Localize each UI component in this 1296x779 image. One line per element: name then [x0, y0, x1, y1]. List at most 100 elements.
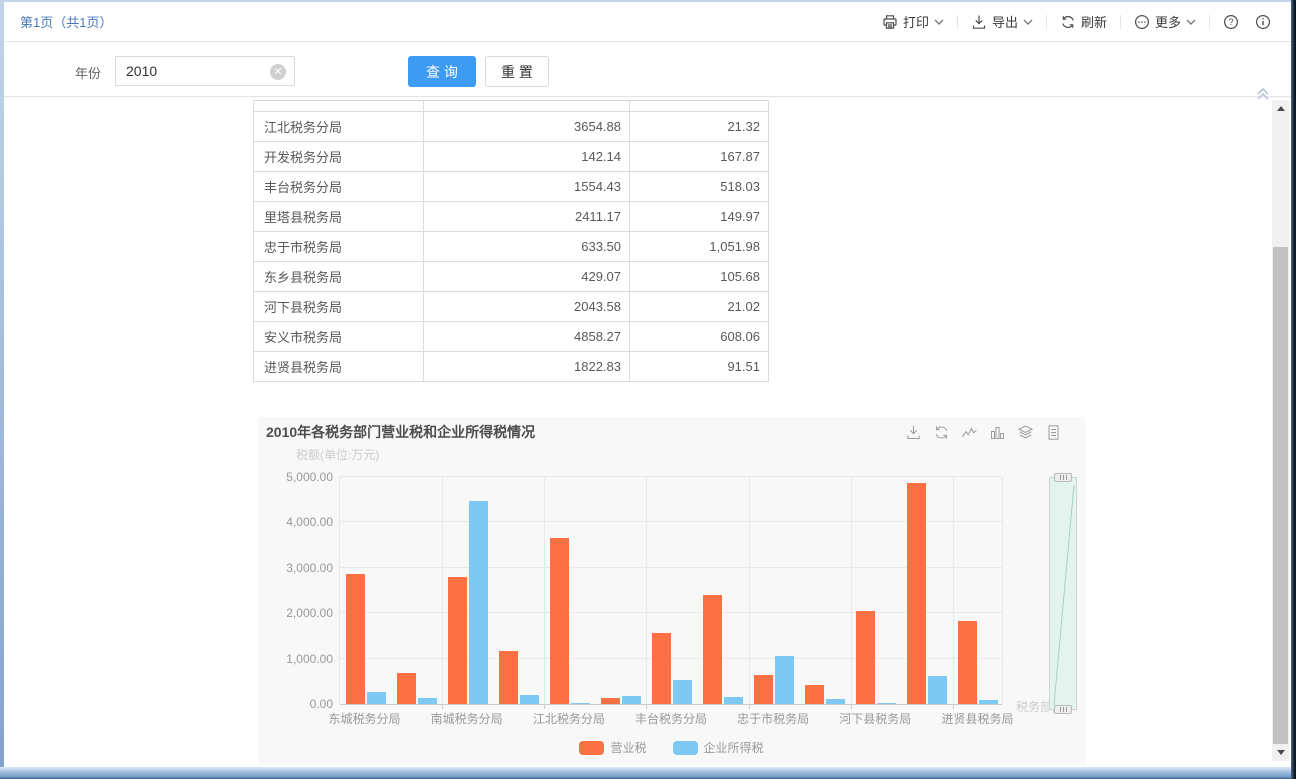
table-cell: 安义市税务局 — [254, 322, 424, 352]
bar-business-tax — [805, 685, 824, 704]
chevron-down-icon — [1023, 14, 1033, 29]
print-label: 打印 — [903, 12, 929, 31]
window-frame-bottom — [0, 767, 1296, 779]
table-cell: 429.07 — [424, 262, 630, 292]
x-axis-tick — [953, 705, 954, 709]
table-cell: 21.02 — [630, 292, 769, 322]
help-button[interactable]: ? — [1219, 14, 1243, 30]
y-tick-label: 5,000.00 — [263, 470, 333, 484]
table-row: 里塔县税务局2411.17149.97 — [254, 202, 769, 232]
data-view-icon[interactable] — [1045, 424, 1062, 441]
table-row: 进贤县税务局1822.8391.51 — [254, 352, 769, 382]
bar-chart-icon[interactable] — [989, 424, 1006, 441]
table-cell: 1,051.98 — [630, 232, 769, 262]
x-axis-line — [340, 704, 1002, 705]
y-tick-label: 1,000.00 — [263, 652, 333, 666]
gridline-vertical — [442, 477, 443, 704]
bar-income-tax — [826, 699, 845, 704]
table-cell: 丰台税务分局 — [254, 172, 424, 202]
scroll-up-arrow[interactable] — [1272, 100, 1289, 117]
window-frame-right — [1291, 0, 1296, 779]
gridline-vertical — [851, 477, 852, 704]
help-icon: ? — [1223, 14, 1239, 30]
table-cell: 633.50 — [424, 232, 630, 262]
scroll-down-arrow[interactable] — [1272, 744, 1289, 761]
year-input[interactable] — [116, 57, 294, 85]
stack-icon[interactable] — [1017, 424, 1034, 441]
bar-business-tax — [856, 611, 875, 704]
print-button[interactable]: 打印 — [878, 12, 948, 31]
bar-income-tax — [367, 692, 386, 704]
info-icon — [1255, 14, 1271, 30]
bar-business-tax — [958, 621, 977, 704]
table-cell: 里塔县税务局 — [254, 202, 424, 232]
more-button[interactable]: 更多 — [1130, 12, 1200, 31]
more-label: 更多 — [1155, 12, 1181, 31]
datazoom-handle-bottom[interactable] — [1054, 705, 1072, 714]
query-button[interactable]: 查 询 — [408, 56, 476, 87]
table-cell: 105.68 — [630, 262, 769, 292]
line-chart-icon[interactable] — [961, 424, 978, 441]
export-button[interactable]: 导出 — [967, 12, 1037, 31]
x-axis-tick — [544, 705, 545, 709]
table-cell: 2411.17 — [424, 202, 630, 232]
more-dots-icon — [1134, 14, 1150, 30]
report-toolbar: 第1页（共1页） 打印 导出 — [4, 2, 1291, 42]
datazoom-slider[interactable] — [1049, 477, 1077, 710]
table-row: 河下县税务局2043.5821.02 — [254, 292, 769, 322]
toolbar-actions: 打印 导出 — [878, 12, 1291, 31]
table-cell: 608.06 — [630, 322, 769, 352]
datazoom-handle-top[interactable] — [1054, 473, 1072, 482]
table-cell: 东乡县税务局 — [254, 262, 424, 292]
reset-button[interactable]: 重 置 — [485, 56, 549, 87]
chevron-down-icon — [1186, 14, 1196, 29]
legend-item[interactable]: 营业税 — [579, 739, 646, 756]
save-image-icon[interactable] — [905, 424, 922, 441]
table-row-partial — [254, 101, 769, 112]
y-tick-label: 0.00 — [263, 697, 333, 711]
table-row: 安义市税务局4858.27608.06 — [254, 322, 769, 352]
table-cell: 142.14 — [424, 142, 630, 172]
vertical-scrollbar[interactable] — [1272, 100, 1289, 761]
table-cell: 江北税务分局 — [254, 112, 424, 142]
gridline-vertical — [646, 477, 647, 704]
table-cell: 河下县税务局 — [254, 292, 424, 322]
table-cell: 忠于市税务局 — [254, 232, 424, 262]
chart-toolbox — [905, 424, 1062, 441]
legend-item[interactable]: 企业所得税 — [673, 739, 764, 756]
table-cell: 21.32 — [630, 112, 769, 142]
export-label: 导出 — [992, 12, 1018, 31]
refresh-button[interactable]: 刷新 — [1056, 12, 1111, 31]
parameter-pane: 年份 ✕ 查 询 重 置 — [4, 43, 1291, 97]
chart-panel: 2010年各税务部门营业税和企业所得税情况 — [258, 417, 1085, 764]
x-axis-tick — [749, 705, 750, 709]
report-body: 江北税务分局3654.8821.32开发税务分局142.14167.87丰台税务… — [4, 98, 1291, 767]
year-input-wrap: ✕ — [115, 56, 295, 86]
restore-icon[interactable] — [933, 424, 950, 441]
table-row: 忠于市税务局633.501,051.98 — [254, 232, 769, 262]
gridline-horizontal — [340, 476, 1002, 477]
toolbar-separator — [957, 15, 958, 29]
bar-income-tax — [622, 696, 641, 704]
gridline-vertical — [749, 477, 750, 704]
table-cell: 518.03 — [630, 172, 769, 202]
toolbar-separator — [1209, 15, 1210, 29]
gridline-horizontal — [340, 567, 1002, 568]
y-tick-label: 3,000.00 — [263, 561, 333, 575]
legend-label: 营业税 — [610, 739, 646, 756]
collapse-up-icon[interactable] — [1255, 86, 1271, 102]
bar-income-tax — [520, 695, 539, 704]
table-cell: 91.51 — [630, 352, 769, 382]
gridline-vertical — [953, 477, 954, 704]
table-row: 开发税务分局142.14167.87 — [254, 142, 769, 172]
download-icon — [971, 14, 987, 30]
info-button[interactable] — [1251, 14, 1275, 30]
bar-business-tax — [907, 483, 926, 704]
scroll-thumb[interactable] — [1273, 247, 1288, 752]
table-row: 江北税务分局3654.8821.32 — [254, 112, 769, 142]
clear-input-icon[interactable]: ✕ — [270, 64, 286, 80]
bar-business-tax — [550, 538, 569, 704]
table-cell: 开发税务分局 — [254, 142, 424, 172]
table-cell: 进贤县税务局 — [254, 352, 424, 382]
table-row: 东乡县税务局429.07105.68 — [254, 262, 769, 292]
